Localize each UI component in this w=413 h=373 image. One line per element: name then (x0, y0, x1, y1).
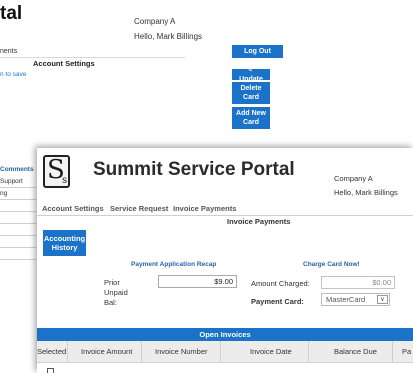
section-title: Invoice Payments (227, 217, 291, 226)
bg-update-button[interactable]: ✎ Update (232, 66, 270, 83)
nav-account-settings[interactable]: Account Settings (42, 204, 104, 213)
col-divider (308, 341, 309, 363)
accounting-history-label-2: History (51, 243, 78, 252)
col-divider (220, 341, 221, 363)
nav-service-request[interactable]: Service Request (110, 204, 168, 213)
bg-delete-label-1: Delete (240, 85, 262, 92)
col-balance-due[interactable]: Balance Due (334, 347, 377, 356)
payment-card-select[interactable]: MasterCard ∨ (321, 293, 390, 306)
summit-logo-icon: S s (43, 155, 70, 188)
nav-invoice-payments[interactable]: Invoice Payments (173, 204, 236, 213)
row-select-checkbox[interactable] (47, 368, 54, 373)
bg-add-label-2: Card (243, 119, 259, 126)
bg-sidebar-item[interactable]: ng (0, 190, 36, 200)
table-row (37, 363, 413, 373)
prior-unpaid-label-2: Bal: (104, 298, 117, 307)
bg-sidebar-row (0, 202, 36, 212)
bg-nav-item[interactable]: nents (0, 48, 17, 55)
bg-greeting: Hello, Mark Billings (134, 32, 203, 41)
col-invoice-amount[interactable]: Invoice Amount (81, 347, 132, 356)
bg-divider (0, 57, 185, 58)
pencil-icon: ✎ (247, 66, 255, 74)
prior-unpaid-field[interactable]: $9.00 (158, 275, 237, 288)
bg-sidebar-row (0, 226, 36, 236)
bg-delete-label-2: Card (243, 94, 259, 101)
prior-unpaid-label-1: Prior Unpaid (104, 278, 128, 297)
nav-divider (37, 215, 413, 216)
prior-unpaid-label: Prior Unpaid Bal: (104, 278, 144, 308)
col-divider (141, 341, 142, 363)
invoice-payments-window: S s Summit Service Portal Company A Hell… (37, 148, 413, 373)
amount-charged-label: Amount Charged: (251, 279, 310, 288)
greeting: Hello, Mark Billings (334, 188, 398, 197)
bg-sidebar-row (0, 250, 36, 260)
charge-card-title: Charge Card Now! (303, 261, 360, 268)
col-payment[interactable]: Pa (402, 347, 411, 356)
payment-card-value: MasterCard (326, 295, 366, 304)
bg-add-card-button[interactable]: Add New Card (232, 107, 270, 129)
col-divider (67, 341, 68, 363)
portal-title: Summit Service Portal (93, 159, 295, 180)
col-invoice-date[interactable]: Invoice Date (250, 347, 292, 356)
accounting-history-label-1: Accounting (43, 234, 86, 243)
col-invoice-number[interactable]: Invoice Number (155, 347, 208, 356)
invoice-table-header: Selected Invoice Amount Invoice Number I… (37, 341, 413, 363)
chevron-down-icon: ∨ (377, 295, 388, 304)
amount-charged-input[interactable]: $0.00 (321, 276, 395, 289)
bg-save-hint[interactable]: n to save (0, 71, 26, 78)
bg-sidebar-title: Comments (0, 166, 34, 173)
bg-add-label-1: Add New (236, 110, 266, 117)
bg-sidebar-row (0, 214, 36, 224)
accounting-history-button[interactable]: Accounting History (43, 230, 86, 256)
bg-delete-card-button[interactable]: Delete Card (232, 82, 270, 104)
col-divider (392, 341, 393, 363)
open-invoices-header: Open Invoices (37, 328, 413, 341)
logo-letter-small: s (62, 175, 68, 186)
bg-company-name: Company A (134, 17, 176, 26)
bg-sidebar-row (0, 238, 36, 248)
payment-recap-title: Payment Application Recap (131, 261, 217, 268)
col-selected[interactable]: Selected (37, 347, 66, 356)
bg-portal-title: tal (0, 3, 23, 24)
payment-card-label: Payment Card: (251, 297, 304, 306)
bg-section-title: Account Settings (33, 59, 95, 68)
company-name: Company A (334, 174, 373, 183)
bg-sidebar-item[interactable]: Support (0, 178, 36, 188)
bg-logout-button[interactable]: Log Out (232, 45, 283, 58)
